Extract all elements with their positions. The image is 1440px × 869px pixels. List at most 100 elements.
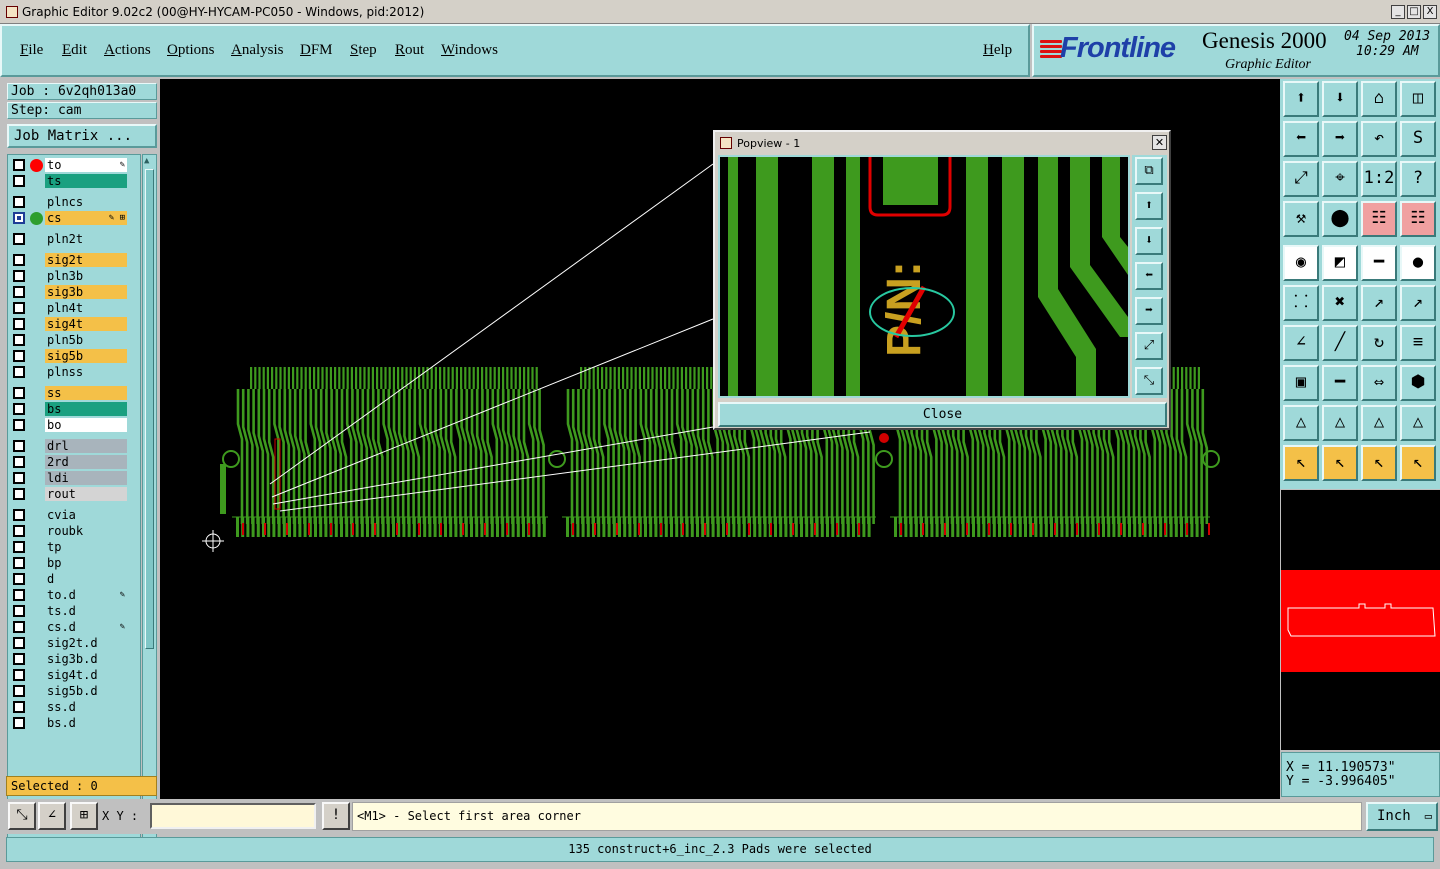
layer-row-bs-d[interactable]: bs.d — [8, 715, 140, 731]
layer-row-sig3b[interactable]: sig3b — [8, 284, 140, 300]
menu-windows[interactable]: Windows — [441, 42, 498, 59]
minimize-button[interactable]: _ — [1391, 5, 1405, 19]
popview-close-button[interactable]: Close — [718, 402, 1167, 427]
layer-name[interactable]: plnss — [45, 365, 127, 379]
layer-checkbox[interactable] — [13, 685, 25, 697]
window-icon[interactable]: ◫ — [1400, 81, 1436, 117]
alert-icon[interactable]: ! — [322, 802, 350, 830]
popview-fit-all-icon[interactable]: ⤢ — [1135, 332, 1163, 360]
triangle-move-icon[interactable]: △ — [1400, 405, 1436, 441]
close-window-button[interactable]: X — [1423, 5, 1437, 19]
layer-checkbox[interactable] — [13, 318, 25, 330]
layer-name[interactable]: sig5b — [45, 349, 127, 363]
zoom-fit-icon[interactable]: ⤢ — [1283, 161, 1319, 197]
layer-name[interactable]: sig4t.d — [45, 668, 127, 682]
popview-pan-right-icon[interactable]: ➡ — [1135, 297, 1163, 325]
menu-analysis[interactable]: Analysis — [231, 42, 284, 59]
layer-name[interactable]: sig5b.d — [45, 684, 127, 698]
menu-edit[interactable]: Edit — [62, 42, 87, 59]
net-highlight-alt-icon[interactable]: ☷ — [1400, 201, 1436, 237]
layer-name[interactable]: ldi — [45, 471, 127, 485]
triangle-edit-icon[interactable]: △ — [1361, 405, 1397, 441]
layer-row-cs[interactable]: cs ✎ ⊞ — [8, 210, 140, 226]
layer-checkbox[interactable] — [13, 212, 25, 224]
layer-checkbox[interactable] — [13, 270, 25, 282]
horizontal-line-icon[interactable]: ━ — [1322, 365, 1358, 401]
layer-row-to-d[interactable]: to.d ✎ — [8, 587, 140, 603]
layer-row-ts[interactable]: ts — [8, 173, 140, 189]
menu-rout[interactable]: Rout — [395, 42, 424, 59]
layer-name[interactable]: ts — [45, 174, 127, 188]
connect-pads-icon[interactable]: ⸬ — [1283, 285, 1319, 321]
xy-input[interactable] — [150, 803, 316, 829]
overview-panel[interactable] — [1281, 490, 1440, 750]
layer-checkbox[interactable] — [13, 472, 25, 484]
triangle-select-icon[interactable]: △ — [1322, 405, 1358, 441]
layer-checkbox[interactable] — [13, 159, 25, 171]
layer-name[interactable]: sig2t — [45, 253, 127, 267]
layer-name[interactable]: sig4t — [45, 317, 127, 331]
layer-checkbox[interactable] — [13, 366, 25, 378]
layer-row-sig2t-d[interactable]: sig2t.d — [8, 635, 140, 651]
layer-row-d[interactable]: d — [8, 571, 140, 587]
scale-one-to-two-icon[interactable]: 1:2 — [1361, 161, 1397, 197]
pan-down-icon[interactable]: ⬇ — [1322, 81, 1358, 117]
popview-canvas[interactable]: P/N: — [718, 155, 1130, 398]
layer-name[interactable]: bo — [45, 418, 127, 432]
layer-row-bo[interactable]: bo — [8, 417, 140, 433]
draw-angle-icon[interactable]: ∠ — [1283, 325, 1319, 361]
menu-dfm[interactable]: DFM — [300, 42, 333, 59]
layer-row-plnss[interactable]: plnss — [8, 364, 140, 380]
layer-name[interactable]: sig3b — [45, 285, 127, 299]
layer-row-cvia[interactable]: cvia — [8, 507, 140, 523]
color-fill-icon[interactable]: ◩ — [1322, 245, 1358, 281]
layer-row-ldi[interactable]: ldi — [8, 470, 140, 486]
move-pad-icon[interactable]: ↗ — [1361, 285, 1397, 321]
flip-icon[interactable]: ≡ — [1400, 325, 1436, 361]
layer-row-pln4t[interactable]: pln4t — [8, 300, 140, 316]
pan-right-icon[interactable]: ➡ — [1322, 121, 1358, 157]
layer-name[interactable]: d — [45, 572, 127, 586]
layer-name[interactable]: sig2t.d — [45, 636, 127, 650]
layer-row-ss[interactable]: ss — [8, 385, 140, 401]
layer-name[interactable]: bs.d — [45, 716, 127, 730]
layer-checkbox[interactable] — [13, 605, 25, 617]
layer-checkbox[interactable] — [13, 387, 25, 399]
layer-name[interactable]: to.d ✎ — [45, 588, 127, 602]
layer-row-sig3b-d[interactable]: sig3b.d — [8, 651, 140, 667]
layer-row-bp[interactable]: bp — [8, 555, 140, 571]
layer-name[interactable]: bp — [45, 556, 127, 570]
layer-name[interactable]: cs.d ✎ — [45, 620, 127, 634]
layer-checkbox[interactable] — [13, 669, 25, 681]
layer-name[interactable]: drl — [45, 439, 127, 453]
layer-row-sig2t[interactable]: sig2t — [8, 252, 140, 268]
select-pointer-box-icon[interactable]: ↖ — [1322, 445, 1358, 481]
layer-checkbox[interactable] — [13, 488, 25, 500]
popview-pan-up-icon[interactable]: ⬆ — [1135, 192, 1163, 220]
layer-checkbox[interactable] — [13, 233, 25, 245]
snap-tool-icon[interactable]: ⬤ — [1322, 201, 1358, 237]
layer-checkbox[interactable] — [13, 302, 25, 314]
popview-zoom-window-icon[interactable]: ⧉ — [1135, 157, 1163, 185]
layer-row-pln2t[interactable]: pln2t — [8, 231, 140, 247]
undo-view-icon[interactable]: ↶ — [1361, 121, 1397, 157]
layer-row-pln3b[interactable]: pln3b — [8, 268, 140, 284]
layer-checkbox[interactable] — [13, 254, 25, 266]
snap-mode-icon[interactable]: ⤡ — [8, 802, 36, 830]
menu-options[interactable]: Options — [167, 42, 215, 59]
select-pointer-icon[interactable]: ↖ — [1283, 445, 1319, 481]
layer-row-plncs[interactable]: plncs — [8, 194, 140, 210]
layer-name[interactable]: sig3b.d — [45, 652, 127, 666]
layer-checkbox[interactable] — [13, 525, 25, 537]
dimension-icon[interactable]: ⇔ — [1361, 365, 1397, 401]
angle-mode-icon[interactable]: ∠ — [38, 802, 66, 830]
circle-pad-icon[interactable]: ● — [1400, 245, 1436, 281]
layer-checkbox[interactable] — [13, 509, 25, 521]
layer-checkbox[interactable] — [13, 717, 25, 729]
layer-row-bs[interactable]: bs — [8, 401, 140, 417]
layer-checkbox[interactable] — [13, 403, 25, 415]
maximize-button[interactable]: □ — [1407, 5, 1421, 19]
layer-row-2rd[interactable]: 2rd — [8, 454, 140, 470]
layer-checkbox[interactable] — [13, 637, 25, 649]
layer-checkbox[interactable] — [13, 456, 25, 468]
